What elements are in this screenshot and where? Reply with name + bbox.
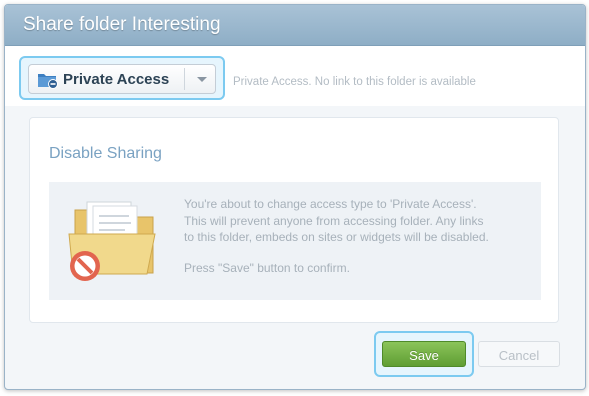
info-box: You're about to change access type to 'P… xyxy=(49,182,541,300)
disable-sharing-panel: Disable Sharing You're about to change a… xyxy=(29,117,559,323)
save-focus-ring: Save xyxy=(374,331,474,377)
panel-heading: Disable Sharing xyxy=(49,145,162,162)
dropdown-divider xyxy=(184,68,185,90)
info-line: You're about to change access type to 'P… xyxy=(184,197,477,211)
folder-disabled-icon xyxy=(65,200,163,286)
cancel-button[interactable]: Cancel xyxy=(478,341,560,367)
chevron-down-icon[interactable] xyxy=(197,77,207,82)
access-toolbar: Private Access Private Access. No link t… xyxy=(5,46,585,106)
info-line: This will prevent anyone from accessing … xyxy=(184,213,484,228)
private-folder-icon xyxy=(37,71,59,89)
access-select-focus-ring: Private Access xyxy=(19,56,225,100)
access-type-label: Private Access xyxy=(63,71,170,88)
dialog-titlebar: Share folder Interesting xyxy=(5,5,585,46)
confirm-text: Press "Save" button to confirm. xyxy=(184,261,350,275)
dialog-title: Share folder Interesting xyxy=(23,14,221,35)
share-folder-dialog: Share folder Interesting Private Access … xyxy=(4,4,586,390)
access-hint: Private Access. No link to this folder i… xyxy=(233,76,476,88)
access-type-dropdown[interactable]: Private Access xyxy=(28,64,216,94)
info-line: to this folder, embeds on sites or widge… xyxy=(184,230,489,244)
info-text: You're about to change access type to 'P… xyxy=(184,196,534,246)
save-button[interactable]: Save xyxy=(382,341,466,367)
